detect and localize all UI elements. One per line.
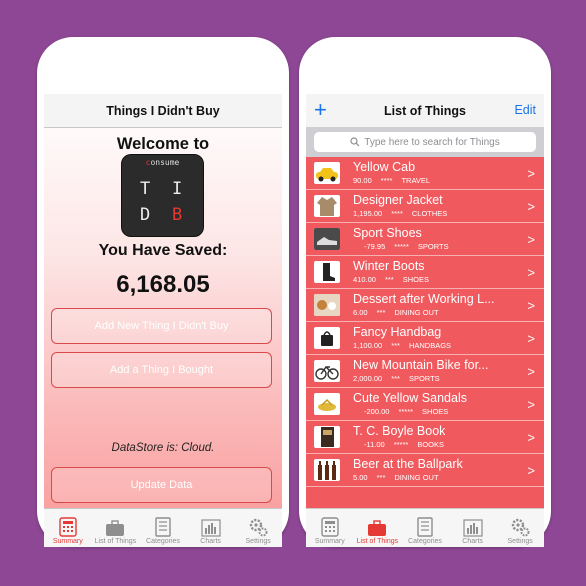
app-logo: consume T I D B xyxy=(121,154,204,237)
tab-list-of-things[interactable]: List of Things xyxy=(92,509,140,547)
saved-label: You Have Saved: xyxy=(98,242,228,259)
chevron-right-icon: > xyxy=(527,298,535,313)
right-phone: + List of Things Edit Type here to searc… xyxy=(299,37,551,547)
search-bar: Type here to search for Things xyxy=(306,127,544,157)
sneaker-icon xyxy=(314,228,340,250)
nav-title: List of Things xyxy=(384,103,466,118)
jacket-icon xyxy=(314,195,340,217)
list-item[interactable]: Sport Shoes -79.95 ***** SPORTS > xyxy=(306,223,544,256)
chevron-right-icon: > xyxy=(527,397,535,412)
add-didnt-buy-button[interactable]: Add New Thing I Didn't Buy xyxy=(51,308,272,344)
list-item[interactable]: Yellow Cab 90.00 **** TRAVEL > xyxy=(306,157,544,190)
things-list: Yellow Cab 90.00 **** TRAVEL > Designer Ja… xyxy=(306,157,544,487)
beer-icon xyxy=(314,459,340,481)
handbag-icon xyxy=(314,327,340,349)
add-bought-button[interactable]: Add a Thing I Bought xyxy=(51,352,272,388)
add-button[interactable]: + xyxy=(314,97,327,123)
nav-bar: Things I Didn't Buy xyxy=(44,94,282,128)
calculator-icon xyxy=(321,517,339,537)
chevron-right-icon: > xyxy=(527,166,535,181)
list-screen: + List of Things Edit Type here to searc… xyxy=(306,94,544,547)
tab-categories[interactable]: Categories xyxy=(139,509,187,547)
gears-icon xyxy=(511,518,530,537)
dessert-icon xyxy=(314,294,340,316)
tab-categories[interactable]: Categories xyxy=(401,509,449,547)
list-item[interactable]: Winter Boots 410.00 *** SHOES > xyxy=(306,256,544,289)
welcome-heading: Welcome to xyxy=(116,135,210,153)
nav-bar: + List of Things Edit xyxy=(306,94,544,127)
chevron-right-icon: > xyxy=(527,463,535,478)
update-data-button[interactable]: Update Data xyxy=(51,467,272,503)
search-input[interactable]: Type here to search for Things xyxy=(314,132,536,152)
gears-icon xyxy=(249,518,268,537)
summary-screen: Things I Didn't Buy Welcome to consume T… xyxy=(44,94,282,547)
bar-chart-icon xyxy=(462,519,483,537)
bar-chart-icon xyxy=(200,519,221,537)
saved-amount: 6,168.05 xyxy=(116,271,210,298)
chevron-right-icon: > xyxy=(527,199,535,214)
sandal-icon xyxy=(314,393,340,415)
tab-bar: Summary List of Things Categories Charts… xyxy=(44,508,282,547)
tab-summary[interactable]: Summary xyxy=(306,509,354,547)
bike-icon xyxy=(314,360,340,382)
briefcase-icon xyxy=(106,520,125,536)
tab-list-of-things[interactable]: List of Things xyxy=(354,509,402,547)
chevron-right-icon: > xyxy=(527,430,535,445)
nav-title: Things I Didn't Buy xyxy=(106,103,220,118)
boot-icon xyxy=(314,261,340,283)
edit-button[interactable]: Edit xyxy=(514,103,536,117)
chevron-right-icon: > xyxy=(527,265,535,280)
search-icon xyxy=(350,137,360,147)
tab-settings[interactable]: Settings xyxy=(234,509,282,547)
chevron-right-icon: > xyxy=(527,232,535,247)
list-item[interactable]: Dessert after Working L... 6.00 *** DINING… xyxy=(306,289,544,322)
chevron-right-icon: > xyxy=(527,331,535,346)
list-item[interactable]: Beer at the Ballpark 5.00 *** DINING OUT > xyxy=(306,454,544,487)
left-phone: Things I Didn't Buy Welcome to consume T… xyxy=(37,37,289,547)
tab-bar: Summary List of Things Categories Charts… xyxy=(306,508,544,547)
briefcase-icon xyxy=(368,520,387,536)
tab-charts[interactable]: Charts xyxy=(187,509,235,547)
notebook-icon xyxy=(417,517,433,537)
list-item[interactable]: New Mountain Bike for... 2,000.00 *** SPOR… xyxy=(306,355,544,388)
list-item[interactable]: T. C. Boyle Book -11.00 ***** BOOKS > xyxy=(306,421,544,454)
tab-settings[interactable]: Settings xyxy=(496,509,544,547)
book-icon xyxy=(314,426,340,448)
taxi-icon xyxy=(314,162,340,184)
datastore-status: DataStore is: Cloud. xyxy=(111,442,215,454)
tab-charts[interactable]: Charts xyxy=(449,509,497,547)
list-item[interactable]: Cute Yellow Sandals -200.00 ***** SHOES > xyxy=(306,388,544,421)
chevron-right-icon: > xyxy=(527,364,535,379)
notebook-icon xyxy=(155,517,171,537)
list-item[interactable]: Fancy Handbag 1,100.00 *** HANDBAGS > xyxy=(306,322,544,355)
calculator-icon xyxy=(59,517,77,537)
list-item[interactable]: Designer Jacket 1,195.00 **** CLOTHES > xyxy=(306,190,544,223)
tab-summary[interactable]: Summary xyxy=(44,509,92,547)
